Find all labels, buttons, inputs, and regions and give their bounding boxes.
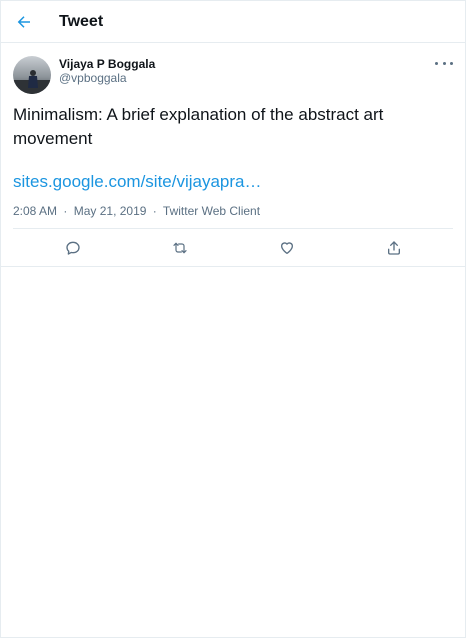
tweet-author: Vijaya P Boggala @vpboggala [13, 53, 453, 101]
tweet-time[interactable]: 2:08 AM [13, 204, 57, 218]
page-header: Tweet [1, 1, 465, 43]
heart-icon [280, 241, 293, 254]
retweet-icon [172, 242, 187, 253]
like-button[interactable] [272, 233, 302, 263]
retweet-button[interactable] [165, 233, 195, 263]
tweet-meta: 2:08 AM · May 21, 2019 · Twitter Web Cli… [13, 204, 453, 229]
reply-icon [65, 241, 80, 255]
tweet-actions [1, 229, 465, 267]
tweet-link[interactable]: sites.google.com/site/vijayapra… [13, 171, 453, 193]
share-button[interactable] [379, 233, 409, 263]
back-button[interactable] [9, 7, 39, 37]
profile-photo [13, 56, 51, 94]
tweet-source[interactable]: Twitter Web Client [163, 204, 260, 218]
tweet-detail: Vijaya P Boggala @vpboggala Minimalism: … [1, 43, 465, 229]
user-handle[interactable]: @vpboggala [59, 71, 155, 86]
author-names: Vijaya P Boggala @vpboggala [59, 57, 155, 86]
share-icon [387, 240, 400, 255]
reply-button[interactable] [58, 233, 88, 263]
page-title: Tweet [59, 12, 104, 30]
tweet-text: Minimalism: A brief explanation of the a… [13, 105, 384, 148]
more-dot-icon [435, 61, 438, 65]
tweet-page: Tweet Vijaya P Boggala @vpboggala Minima… [0, 0, 466, 638]
more-dot-icon [450, 61, 453, 65]
display-name[interactable]: Vijaya P Boggala [59, 57, 155, 71]
meta-separator: · [63, 204, 68, 218]
more-dot-icon [442, 61, 446, 65]
meta-separator: · [152, 204, 157, 218]
tweet-date[interactable]: May 21, 2019 [74, 204, 147, 218]
avatar[interactable] [13, 56, 51, 94]
more-options-button[interactable] [435, 57, 453, 69]
arrow-left-icon [17, 15, 30, 28]
